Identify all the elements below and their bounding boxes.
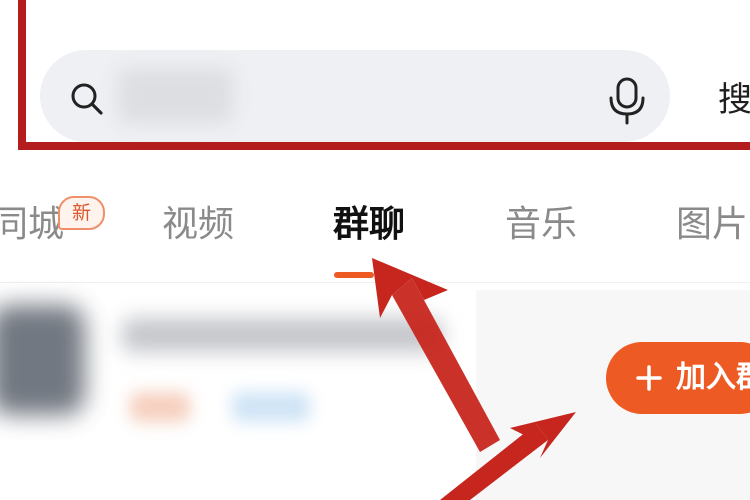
search-button[interactable]: 搜: [718, 76, 750, 124]
group-avatar: [0, 305, 85, 415]
new-badge: 新: [58, 196, 106, 230]
join-group-label: 加入群: [676, 360, 750, 395]
tab-images[interactable]: 图片: [676, 200, 748, 250]
join-group-button[interactable]: 加入群: [606, 342, 750, 414]
tab-music[interactable]: 音乐: [505, 200, 577, 250]
group-tag-blurred: [232, 392, 310, 422]
microphone-icon[interactable]: [604, 76, 650, 126]
plus-icon: [636, 365, 662, 391]
tab-local[interactable]: 同城: [0, 200, 64, 250]
tab-video[interactable]: 视频: [162, 200, 234, 250]
search-icon: [71, 83, 103, 115]
tab-group-chat[interactable]: 群聊: [333, 200, 405, 250]
group-tag-blurred: [130, 392, 190, 422]
tabs-divider: [0, 282, 750, 283]
active-tab-indicator: [334, 272, 374, 278]
group-title-blurred: [122, 318, 442, 352]
search-input[interactable]: [118, 68, 233, 123]
